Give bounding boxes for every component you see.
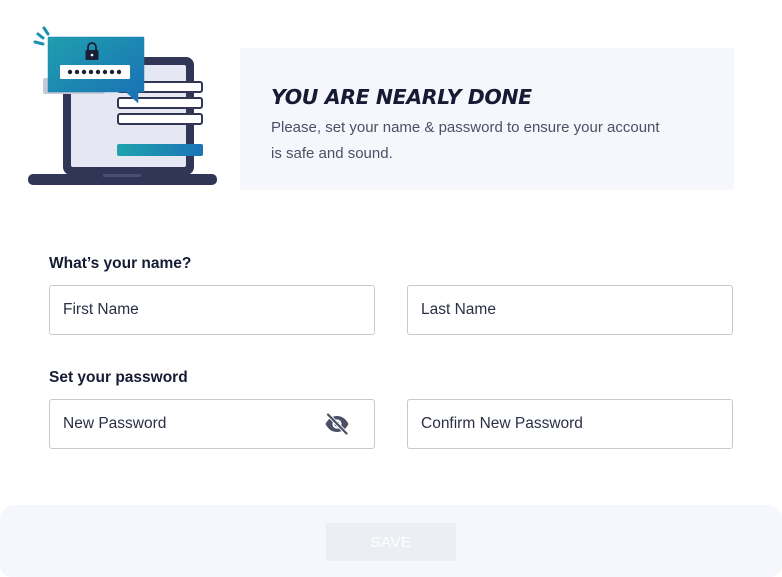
laptop-password-illustration — [28, 26, 217, 185]
new-password-field — [49, 399, 375, 449]
last-name-input[interactable] — [408, 286, 732, 334]
banner-description: Please, set your name & password to ensu… — [271, 119, 660, 162]
password-section-label: Set your password — [49, 369, 188, 386]
last-name-field — [407, 285, 733, 335]
form-footer: SAVE — [0, 505, 782, 577]
setup-card: YOU ARE NEARLY DONE Please, set your nam… — [0, 0, 782, 577]
first-name-field — [49, 285, 375, 335]
save-button[interactable]: SAVE — [326, 523, 456, 561]
first-name-input[interactable] — [50, 286, 374, 334]
name-section-label: What’s your name? — [49, 255, 192, 272]
confirm-password-field — [407, 399, 733, 449]
welcome-banner: YOU ARE NEARLY DONE Please, set your nam… — [28, 26, 734, 190]
confirm-password-input[interactable] — [408, 400, 732, 448]
eye-slash-icon[interactable] — [324, 413, 350, 435]
banner-title: YOU ARE NEARLY DONE — [271, 85, 532, 109]
